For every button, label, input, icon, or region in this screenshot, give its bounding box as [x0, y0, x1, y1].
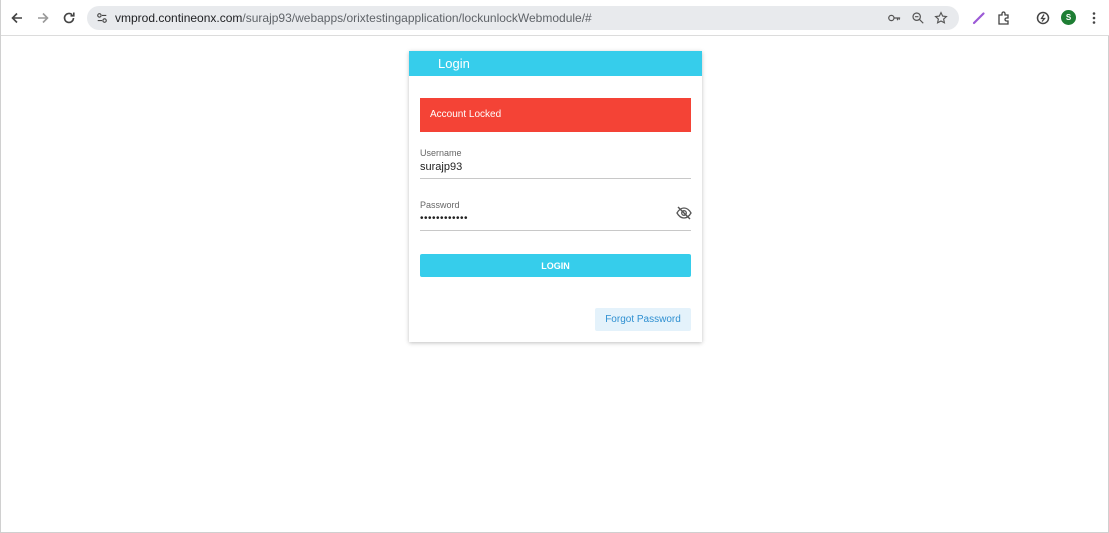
pen-extension-icon[interactable]: [969, 8, 989, 28]
url-host: vmprod.contineonx.com: [115, 11, 243, 25]
login-button[interactable]: LOGIN: [420, 254, 691, 277]
zoom-icon[interactable]: [909, 9, 927, 27]
url-path: /surajp93/webapps/orixtestingapplication…: [242, 11, 592, 25]
login-title: Login: [438, 56, 470, 71]
password-underline: [420, 230, 691, 231]
address-bar[interactable]: vmprod.contineonx.com/surajp93/webapps/o…: [87, 6, 959, 30]
alert-text: Account Locked: [430, 109, 502, 120]
username-underline: [420, 178, 691, 179]
login-header: Login: [409, 51, 702, 76]
url-text[interactable]: vmprod.contineonx.com/surajp93/webapps/o…: [115, 11, 592, 25]
username-label: Username: [420, 148, 462, 158]
browser-window: vmprod.contineonx.com/surajp93/webapps/o…: [0, 0, 1109, 533]
eye-off-icon[interactable]: [676, 206, 692, 220]
extensions-puzzle-icon[interactable]: [994, 8, 1014, 28]
back-button[interactable]: [7, 8, 27, 28]
password-input[interactable]: ••••••••••••: [420, 213, 468, 224]
reload-icon: [63, 12, 75, 24]
browser-toolbar: vmprod.contineonx.com/surajp93/webapps/o…: [1, 0, 1109, 36]
reload-button[interactable]: [59, 8, 79, 28]
account-locked-alert: Account Locked: [420, 98, 691, 132]
site-info-icon[interactable]: [93, 9, 111, 27]
password-key-icon[interactable]: [885, 9, 903, 27]
arrow-right-icon: [38, 12, 49, 24]
arrow-left-icon: [11, 12, 22, 24]
forward-button[interactable]: [33, 8, 53, 28]
more-menu-icon[interactable]: [1084, 8, 1104, 28]
login-card: Login Account Locked Username surajp93 P…: [409, 51, 702, 342]
forgot-password-button[interactable]: Forgot Password: [595, 308, 691, 331]
bookmark-star-icon[interactable]: [932, 9, 950, 27]
username-input[interactable]: surajp93: [420, 161, 462, 173]
performance-icon[interactable]: [1033, 8, 1053, 28]
profile-avatar[interactable]: S: [1061, 10, 1076, 25]
password-label: Password: [420, 200, 460, 210]
